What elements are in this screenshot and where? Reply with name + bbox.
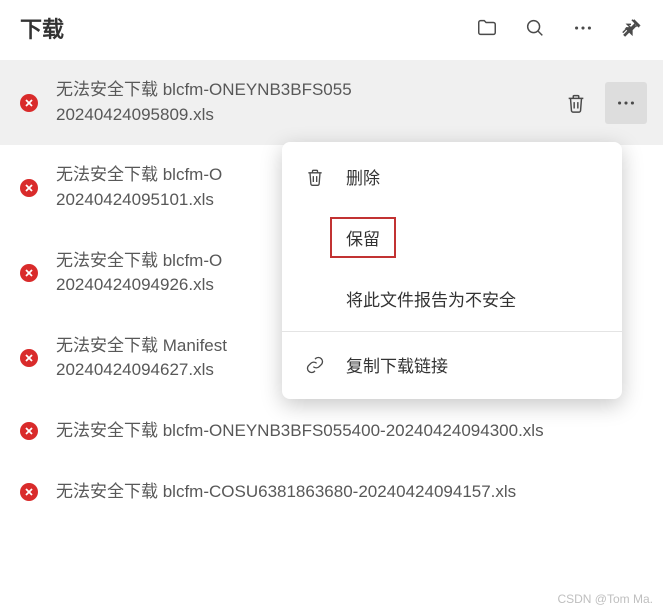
- trash-icon: [304, 166, 326, 188]
- search-icon[interactable]: [523, 16, 547, 40]
- more-icon[interactable]: [571, 16, 595, 40]
- menu-label: 将此文件报告为不安全: [346, 286, 516, 311]
- menu-keep[interactable]: 保留: [282, 203, 622, 272]
- downloads-header: 下载: [0, 0, 663, 60]
- item-text: 无法安全下载 blcfm-COSU6381863680-202404240941…: [56, 480, 647, 505]
- menu-label: 复制下载链接: [346, 352, 448, 377]
- menu-report-unsafe[interactable]: 将此文件报告为不安全: [282, 272, 622, 325]
- folder-icon[interactable]: [475, 16, 499, 40]
- item-more-button[interactable]: [605, 82, 647, 124]
- item-title: 无法安全下载 blcfm-ONEYNB3BFS055400-2024042409…: [56, 419, 647, 444]
- menu-label: 保留: [346, 230, 380, 249]
- error-icon: [20, 264, 38, 282]
- error-icon: [20, 349, 38, 367]
- page-title: 下载: [20, 12, 475, 44]
- link-icon: [304, 354, 326, 376]
- menu-label: 删除: [346, 164, 380, 189]
- item-text: 无法安全下载 blcfm-ONEYNB3BFS05520240424095809…: [56, 78, 537, 127]
- download-item[interactable]: 无法安全下载 blcfm-ONEYNB3BFS05520240424095809…: [0, 60, 663, 145]
- error-icon: [20, 179, 38, 197]
- item-title: 无法安全下载 blcfm-COSU6381863680-202404240941…: [56, 480, 647, 505]
- context-menu: 删除 保留 将此文件报告为不安全 复制下载链接: [282, 142, 622, 399]
- menu-divider: [282, 331, 622, 332]
- menu-delete[interactable]: 删除: [282, 150, 622, 203]
- error-icon: [20, 422, 38, 440]
- watermark: CSDN @Tom Ma.: [557, 592, 653, 606]
- item-text: 无法安全下载 blcfm-ONEYNB3BFS055400-2024042409…: [56, 419, 647, 444]
- error-icon: [20, 483, 38, 501]
- menu-copy-link[interactable]: 复制下载链接: [282, 338, 622, 391]
- download-item[interactable]: 无法安全下载 blcfm-ONEYNB3BFS055400-2024042409…: [0, 401, 663, 462]
- item-title: 无法安全下载 blcfm-ONEYNB3BFS05520240424095809…: [56, 78, 416, 127]
- header-actions: [475, 16, 643, 40]
- delete-button[interactable]: [555, 82, 597, 124]
- pin-icon[interactable]: [619, 16, 643, 40]
- item-actions: [555, 82, 647, 124]
- error-icon: [20, 94, 38, 112]
- download-item[interactable]: 无法安全下载 blcfm-COSU6381863680-202404240941…: [0, 462, 663, 523]
